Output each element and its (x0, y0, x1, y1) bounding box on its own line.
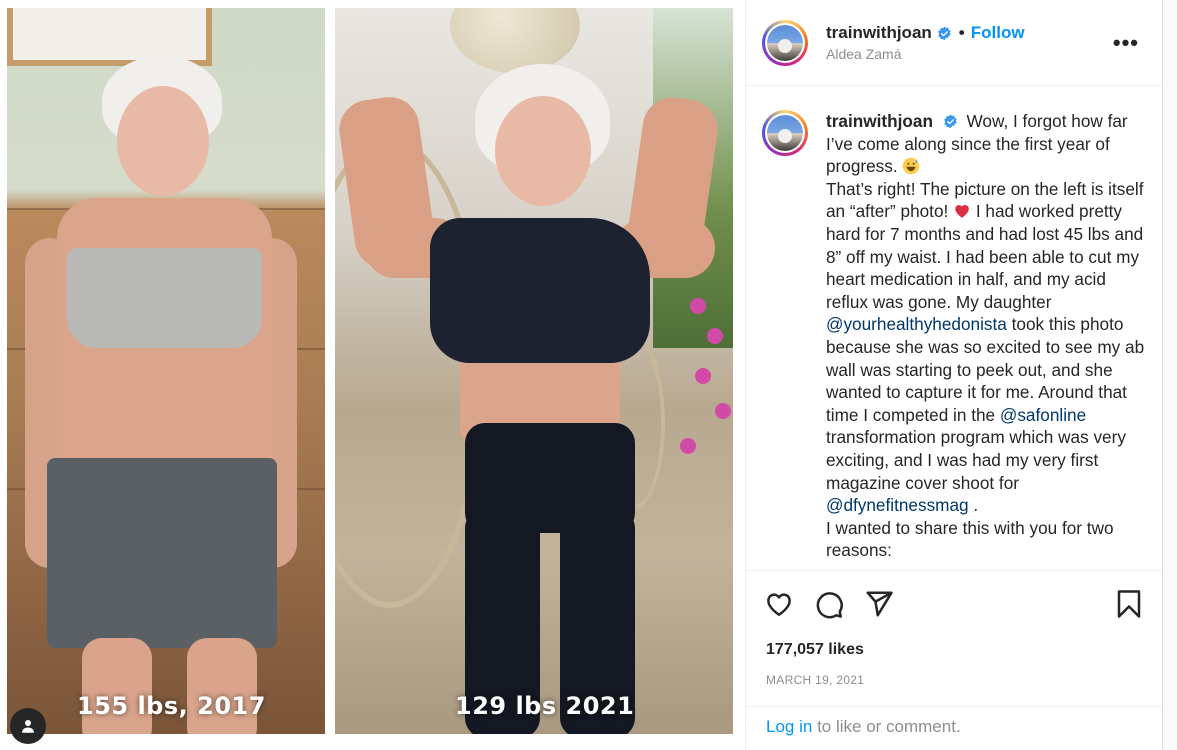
post-date[interactable]: MARCH 19, 2021 (766, 673, 864, 687)
verified-badge-icon (938, 26, 951, 40)
location-link[interactable]: Aldea Zamá (826, 46, 1025, 62)
caption-avatar[interactable] (762, 110, 808, 156)
before-photo: 155 lbs, 2017 (7, 8, 325, 734)
grinning-sweat-emoji (903, 157, 920, 175)
bookmark-icon (1117, 590, 1141, 618)
post-container: 155 lbs, 2017 129 lbs 2021 trainwithjoan… (0, 0, 1164, 750)
after-photo: 129 lbs 2021 (335, 8, 733, 734)
heart-icon (767, 593, 791, 616)
mention-link[interactable]: @yourhealthyhedonista (826, 314, 1007, 334)
save-button[interactable] (1114, 589, 1146, 621)
mention-link[interactable]: @dfynefitnessmag (826, 495, 969, 515)
user-tag-button[interactable] (10, 708, 46, 744)
after-weight-caption: 129 lbs 2021 (455, 692, 635, 720)
caption-segment: I wanted to share this with you for two … (826, 517, 1114, 561)
avatar[interactable] (762, 19, 808, 66)
more-options-icon[interactable]: ••• (1113, 30, 1139, 56)
separator-dot: • (958, 23, 965, 42)
comment-button[interactable] (814, 589, 846, 621)
before-weight-caption: 155 lbs, 2017 (77, 692, 266, 720)
share-icon (866, 591, 893, 617)
header-username[interactable]: trainwithjoan (826, 23, 932, 43)
caption-area: trainwithjoan Wow, I forgot how far I’ve… (746, 86, 1163, 570)
comment-icon (816, 592, 843, 619)
wall-frame (7, 8, 212, 66)
login-link[interactable]: Log in (766, 717, 812, 736)
post-media[interactable]: 155 lbs, 2017 129 lbs 2021 (0, 0, 745, 750)
verified-badge-icon (944, 114, 957, 129)
mention-link[interactable]: @safonline (1000, 405, 1086, 425)
caption-text: trainwithjoan Wow, I forgot how far I’ve… (826, 110, 1146, 570)
caption-segment: transformation program which was very ex… (826, 427, 1126, 493)
follow-button[interactable]: Follow (971, 23, 1025, 43)
share-button[interactable] (864, 589, 896, 621)
like-button[interactable] (764, 589, 796, 621)
post-side-panel: trainwithjoan • Follow Aldea Zamá ••• tr… (745, 0, 1164, 750)
caption-username[interactable]: trainwithjoan (826, 111, 933, 131)
user-tag-icon (22, 720, 34, 733)
post-header: trainwithjoan • Follow Aldea Zamá ••• (746, 0, 1163, 86)
action-bar (746, 570, 1164, 640)
login-prompt: Log in to like or comment. (746, 706, 1164, 750)
caption-segment: . (973, 495, 979, 516)
like-count[interactable]: 177,057 likes (766, 641, 864, 659)
red-heart-emoji (955, 205, 969, 219)
login-prompt-text: to like or comment. (817, 717, 961, 736)
